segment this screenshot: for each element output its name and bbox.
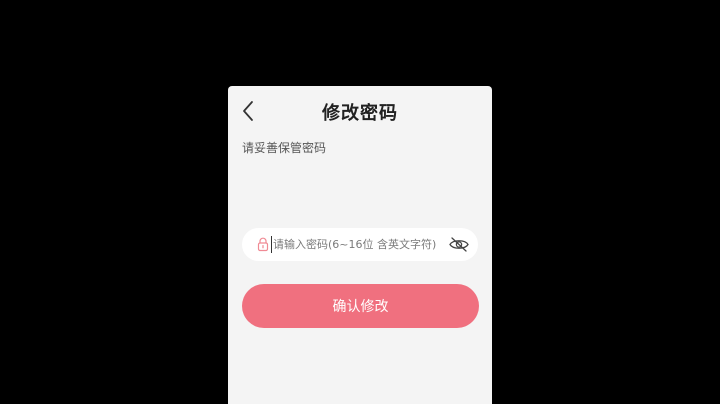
screen-backdrop: 修改密码 请妥善保管密码 确认修改	[0, 0, 720, 404]
password-hint-text: 请妥善保管密码	[242, 141, 327, 155]
eye-closed-icon	[448, 235, 470, 254]
page-title: 修改密码	[322, 103, 398, 124]
password-field[interactable]	[242, 228, 478, 261]
confirm-change-button[interactable]: 确认修改	[242, 284, 479, 328]
password-input[interactable]	[272, 228, 443, 261]
page-header: 修改密码	[228, 86, 492, 136]
lock-icon	[256, 237, 270, 252]
change-password-page: 修改密码 请妥善保管密码 确认修改	[228, 86, 492, 404]
toggle-password-visibility[interactable]	[448, 235, 470, 254]
